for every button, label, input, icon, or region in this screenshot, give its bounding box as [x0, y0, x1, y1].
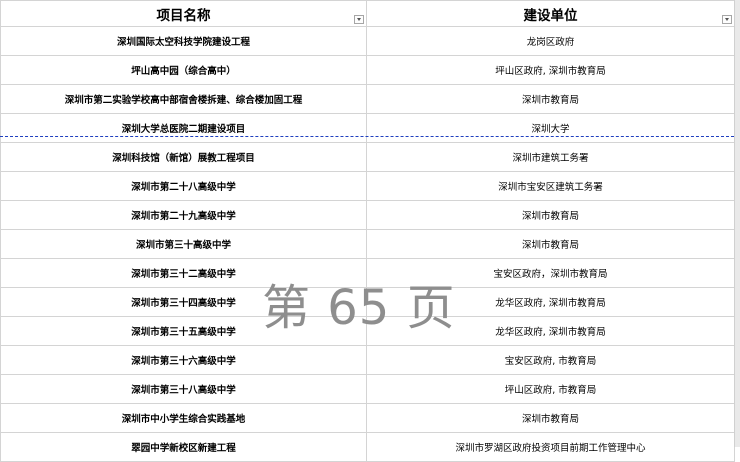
- project-name-cell[interactable]: 深圳大学总医院二期建设项目: [0, 113, 367, 143]
- table-row: 深圳市第二实验学校高中部宿舍楼拆建、综合楼加固工程 深圳市教育局: [0, 84, 735, 114]
- construction-unit-cell[interactable]: 深圳市罗湖区政府投资项目前期工作管理中心: [366, 432, 735, 462]
- project-name-cell[interactable]: 深圳市第三十四高级中学: [0, 287, 367, 317]
- project-name-cell[interactable]: 深圳市第三十八高级中学: [0, 374, 367, 404]
- column-header-label: 建设单位: [523, 7, 578, 24]
- construction-unit-cell[interactable]: 深圳市教育局: [366, 84, 735, 114]
- table-row: 深圳市第三十六高级中学 宝安区政府, 市教育局: [0, 345, 735, 375]
- construction-unit-cell[interactable]: 深圳市教育局: [366, 229, 735, 259]
- project-name-cell[interactable]: 深圳市中小学生综合实践基地: [0, 403, 367, 433]
- construction-unit-cell[interactable]: 宝安区政府，深圳市教育局: [366, 258, 735, 288]
- project-name-cell[interactable]: 深圳市第三十五高级中学: [0, 316, 367, 346]
- project-name-cell[interactable]: 深圳市第二实验学校高中部宿舍楼拆建、综合楼加固工程: [0, 84, 367, 114]
- construction-unit-cell[interactable]: 深圳市教育局: [366, 200, 735, 230]
- construction-unit-cell[interactable]: 深圳市宝安区建筑工务署: [366, 171, 735, 201]
- construction-unit-cell[interactable]: 宝安区政府, 市教育局: [366, 345, 735, 375]
- table-row: 深圳市第三十二高级中学 宝安区政府，深圳市教育局: [0, 258, 735, 288]
- spreadsheet-view: 项目名称 建设单位 深圳国际太空科技学院建设工程 龙岗区政府 坪山高中园（综合高中）…: [0, 0, 735, 462]
- construction-unit-cell[interactable]: 坪山区政府, 深圳市教育局: [366, 55, 735, 85]
- table-row: 深圳科技馆（新馆）展教工程项目 深圳市建筑工务署: [0, 142, 735, 172]
- table-body: 深圳国际太空科技学院建设工程 龙岗区政府 坪山高中园（综合高中） 坪山区政府, 深圳市…: [0, 26, 735, 462]
- data-table: 项目名称 建设单位 深圳国际太空科技学院建设工程 龙岗区政府 坪山高中园（综合高中）…: [0, 0, 735, 462]
- table-row: 深圳市中小学生综合实践基地 深圳市教育局: [0, 403, 735, 433]
- column-header-project-name[interactable]: 项目名称: [0, 0, 367, 27]
- project-name-cell[interactable]: 深圳市第三十六高级中学: [0, 345, 367, 375]
- table-row: 深圳市第三十高级中学 深圳市教育局: [0, 229, 735, 259]
- vertical-scrollbar[interactable]: [734, 0, 740, 447]
- table-row: 深圳市第二十九高级中学 深圳市教育局: [0, 200, 735, 230]
- table-row: 深圳国际太空科技学院建设工程 龙岗区政府: [0, 26, 735, 56]
- table-row: 深圳市第三十八高级中学 坪山区政府, 市教育局: [0, 374, 735, 404]
- table-row: 坪山高中园（综合高中） 坪山区政府, 深圳市教育局: [0, 55, 735, 85]
- project-name-cell[interactable]: 翠园中学新校区新建工程: [0, 432, 367, 462]
- construction-unit-cell[interactable]: 深圳大学: [366, 113, 735, 143]
- column-header-label: 项目名称: [156, 7, 211, 24]
- table-row: 深圳市第二十八高级中学 深圳市宝安区建筑工务署: [0, 171, 735, 201]
- project-name-cell[interactable]: 深圳市第三十二高级中学: [0, 258, 367, 288]
- construction-unit-cell[interactable]: 龙岗区政府: [366, 26, 735, 56]
- header-row: 项目名称 建设单位: [0, 0, 735, 27]
- construction-unit-cell[interactable]: 龙华区政府, 深圳市教育局: [366, 316, 735, 346]
- project-name-cell[interactable]: 深圳市第二十九高级中学: [0, 200, 367, 230]
- project-name-cell[interactable]: 深圳市第三十高级中学: [0, 229, 367, 259]
- filter-dropdown-icon[interactable]: [722, 15, 732, 24]
- filter-dropdown-icon[interactable]: [354, 15, 364, 24]
- table-row: 深圳市第三十四高级中学 龙华区政府, 深圳市教育局: [0, 287, 735, 317]
- construction-unit-cell[interactable]: 深圳市建筑工务署: [366, 142, 735, 172]
- project-name-cell[interactable]: 深圳国际太空科技学院建设工程: [0, 26, 367, 56]
- column-header-construction-unit[interactable]: 建设单位: [366, 0, 735, 27]
- table-container: 项目名称 建设单位 深圳国际太空科技学院建设工程 龙岗区政府 坪山高中园（综合高中）…: [0, 0, 735, 462]
- construction-unit-cell[interactable]: 深圳市教育局: [366, 403, 735, 433]
- table-row: 深圳大学总医院二期建设项目 深圳大学: [0, 113, 735, 143]
- table-row: 翠园中学新校区新建工程 深圳市罗湖区政府投资项目前期工作管理中心: [0, 432, 735, 462]
- construction-unit-cell[interactable]: 坪山区政府, 市教育局: [366, 374, 735, 404]
- table-row: 深圳市第三十五高级中学 龙华区政府, 深圳市教育局: [0, 316, 735, 346]
- project-name-cell[interactable]: 深圳市第二十八高级中学: [0, 171, 367, 201]
- construction-unit-cell[interactable]: 龙华区政府, 深圳市教育局: [366, 287, 735, 317]
- page-break-line: [0, 136, 734, 137]
- project-name-cell[interactable]: 坪山高中园（综合高中）: [0, 55, 367, 85]
- project-name-cell[interactable]: 深圳科技馆（新馆）展教工程项目: [0, 142, 367, 172]
